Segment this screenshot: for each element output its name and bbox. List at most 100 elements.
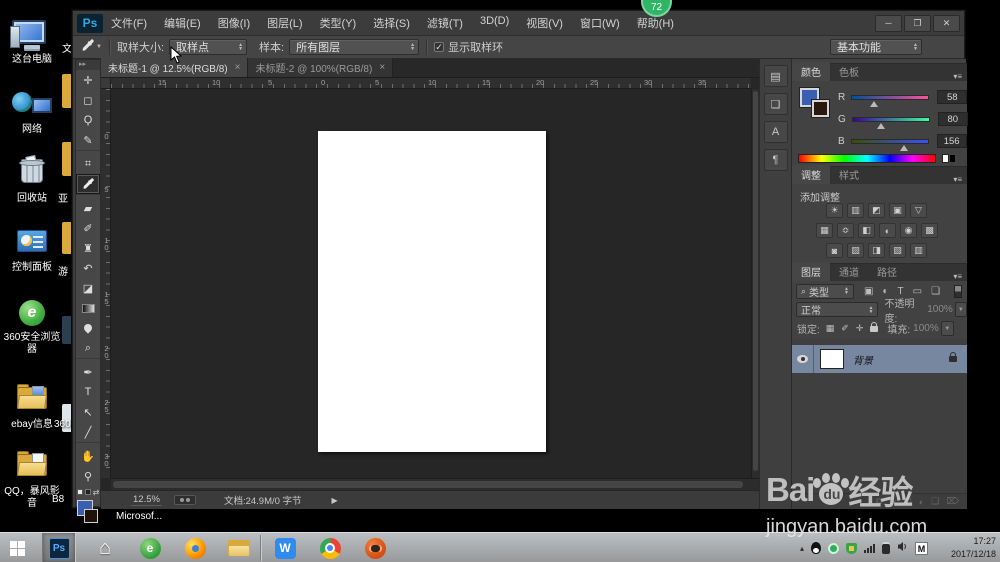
- minimize-button[interactable]: ─: [875, 14, 902, 32]
- clone-source-panel-icon[interactable]: ❏: [763, 93, 788, 115]
- vertical-scrollbar[interactable]: [751, 89, 759, 478]
- vibrance-icon[interactable]: ▽: [910, 203, 927, 218]
- canvas-viewport[interactable]: [111, 89, 751, 478]
- curves-icon[interactable]: ◩: [868, 203, 885, 218]
- filter-toggle-icon[interactable]: [954, 284, 962, 298]
- background-color-swatch[interactable]: [812, 100, 829, 117]
- character-panel-icon[interactable]: A: [763, 121, 788, 143]
- lock-transparency-icon[interactable]: ▦: [826, 323, 835, 334]
- layer-thumbnail[interactable]: [820, 349, 844, 369]
- delete-layer-icon[interactable]: ⌦: [946, 496, 959, 507]
- tab-close-icon[interactable]: ×: [379, 62, 385, 73]
- path-selection-tool[interactable]: ↖: [76, 402, 100, 422]
- gradient-map-icon[interactable]: ▥: [910, 243, 927, 258]
- default-colors-icon[interactable]: ⇄: [76, 486, 100, 498]
- desktop-icon-partial[interactable]: [62, 74, 72, 108]
- lasso-tool[interactable]: Ϙ: [76, 110, 100, 130]
- clone-stamp-tool[interactable]: ♜: [76, 238, 100, 258]
- background-color-swatch[interactable]: [84, 509, 98, 523]
- swap-colors-icon[interactable]: ⇄: [93, 488, 100, 497]
- blur-tool[interactable]: [76, 318, 100, 338]
- new-layer-icon[interactable]: ❏: [931, 496, 939, 507]
- tab-color[interactable]: 颜色: [792, 62, 830, 81]
- red-slider[interactable]: [851, 94, 930, 107]
- filter-pixel-layers-icon[interactable]: ▣: [864, 286, 873, 297]
- show-sampling-ring-checkbox[interactable]: ✓: [434, 42, 445, 52]
- color-spectrum-bar[interactable]: [798, 154, 956, 163]
- desktop-icon-partial[interactable]: [62, 222, 72, 254]
- tab-styles[interactable]: 样式: [830, 165, 868, 184]
- desktop-icon-this-pc[interactable]: 这台电脑: [0, 20, 64, 66]
- lock-all-icon[interactable]: [870, 321, 879, 332]
- tab-close-icon[interactable]: ×: [235, 62, 241, 73]
- red-value-field[interactable]: 58: [937, 90, 968, 104]
- menu-3d[interactable]: 3D(D): [480, 15, 509, 31]
- menu-window[interactable]: 窗口(W): [580, 15, 620, 31]
- device-tray-icon[interactable]: [882, 542, 890, 554]
- menu-type[interactable]: 类型(Y): [320, 15, 357, 31]
- desktop-icon-recycle-bin[interactable]: 回收站: [0, 155, 64, 205]
- maximize-button[interactable]: ❐: [904, 14, 931, 32]
- menu-help[interactable]: 帮助(H): [637, 15, 674, 31]
- tab-paths[interactable]: 路径: [868, 262, 906, 281]
- blue-value-field[interactable]: 156: [936, 134, 967, 148]
- fill-arrow-icon[interactable]: ▼: [940, 321, 954, 336]
- color-lookup-icon[interactable]: ▩: [921, 223, 938, 238]
- selective-color-icon[interactable]: ▧: [889, 243, 906, 258]
- filter-smart-objects-icon[interactable]: ❏: [931, 286, 940, 297]
- menu-filter[interactable]: 滤镜(T): [427, 15, 463, 31]
- brush-presets-panel-icon[interactable]: ▤: [763, 65, 788, 87]
- exposure-icon[interactable]: ▣: [889, 203, 906, 218]
- qq-tray-icon[interactable]: [811, 542, 821, 554]
- tab-untitled-2[interactable]: 未标题-2 @ 100%(RGB/8) ×: [248, 58, 394, 77]
- network-signal-icon[interactable]: [864, 543, 875, 553]
- zoom-tool[interactable]: ⚲: [76, 466, 100, 486]
- taskbar-360-browser[interactable]: e: [133, 533, 167, 562]
- panel-menu-icon[interactable]: ▾≡: [953, 272, 967, 281]
- tools-panel-collapse-icon[interactable]: ▸▸: [76, 60, 100, 70]
- type-tool[interactable]: T: [76, 382, 100, 402]
- photo-filter-icon[interactable]: ◐: [879, 223, 896, 238]
- scrollbar-thumb[interactable]: [113, 481, 743, 488]
- history-brush-tool[interactable]: ↶: [76, 258, 100, 278]
- levels-icon[interactable]: ▥: [847, 203, 864, 218]
- black-white-icon[interactable]: ◧: [858, 223, 875, 238]
- input-method-indicator[interactable]: M: [915, 541, 928, 555]
- eyedropper-icon[interactable]: [81, 39, 94, 55]
- sample-dropdown[interactable]: 所有图层 ▲ ▼: [289, 39, 420, 55]
- menu-layer[interactable]: 图层(L): [267, 15, 302, 31]
- gradient-tool[interactable]: [76, 298, 100, 318]
- opacity-value[interactable]: 100%: [927, 304, 953, 315]
- zoom-level-field[interactable]: 12.5%: [131, 494, 162, 506]
- tool-preset-arrow-icon[interactable]: ▼: [96, 44, 102, 50]
- fill-value[interactable]: 100%: [913, 323, 939, 334]
- menu-select[interactable]: 选择(S): [373, 15, 410, 31]
- taskbar-home[interactable]: ⌂: [88, 533, 122, 562]
- horizontal-scrollbar[interactable]: [111, 478, 759, 490]
- line-tool[interactable]: ╱: [76, 422, 100, 442]
- desktop-icon-partial[interactable]: [62, 316, 72, 344]
- dodge-tool[interactable]: ⌕: [76, 338, 100, 358]
- scrollbar-thumb[interactable]: [753, 91, 758, 471]
- hand-tool[interactable]: ✋: [76, 446, 100, 466]
- crop-tool[interactable]: ⌗: [76, 154, 100, 174]
- tab-channels[interactable]: 通道: [830, 262, 868, 281]
- invert-icon[interactable]: ◙: [826, 243, 843, 258]
- tab-swatches[interactable]: 色板: [830, 62, 868, 81]
- opacity-arrow-icon[interactable]: ▼: [954, 302, 967, 317]
- lock-position-icon[interactable]: ✛: [856, 323, 864, 334]
- tray-expand-icon[interactable]: ▴: [800, 544, 804, 553]
- taskbar-firefox[interactable]: [178, 533, 212, 562]
- green-value-field[interactable]: 80: [937, 112, 968, 126]
- taskbar-game-platform[interactable]: [358, 533, 392, 562]
- blend-mode-dropdown[interactable]: 正常 ▲ ▼: [796, 302, 879, 317]
- taskbar-clock[interactable]: 17:27 2017/12/18: [932, 535, 996, 561]
- taskbar-chrome[interactable]: [313, 533, 347, 562]
- layer-filter-dropdown[interactable]: ⌕ 类型 ▲ ▼: [796, 283, 854, 299]
- status-menu-arrow-icon[interactable]: ▶: [332, 496, 338, 505]
- workspace-dropdown[interactable]: 基本功能 ▲ ▼: [830, 39, 922, 55]
- menu-file[interactable]: 文件(F): [111, 15, 147, 31]
- green-slider[interactable]: [851, 116, 930, 129]
- volume-icon[interactable]: [897, 539, 908, 557]
- hue-saturation-icon[interactable]: ▦: [816, 223, 833, 238]
